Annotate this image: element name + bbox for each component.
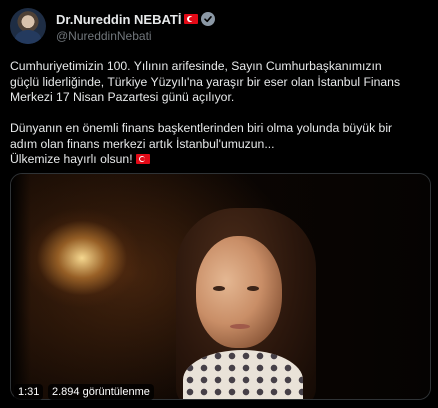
tweet-header: Dr.Nureddin NEBATİ @NureddinNebati	[10, 8, 430, 44]
video-subject-face	[196, 236, 282, 348]
avatar[interactable]	[10, 8, 46, 44]
video-player[interactable]	[10, 173, 431, 400]
turkish-flag-icon	[184, 14, 199, 24]
tweet-text: Cumhuriyetimizin 100. Yılının arifesinde…	[10, 59, 430, 168]
tweet-text-line: adım olan finans merkezi artık İstanbul'…	[10, 136, 275, 151]
video-duration-badge: 1:31	[14, 384, 44, 400]
tweet-text-line: Cumhuriyetimizin 100. Yılının arifesinde…	[10, 59, 382, 73]
author-name-line: Dr.Nureddin NEBATİ	[56, 11, 216, 27]
tweet-text-line: güçlü liderliğinde, Türkiye Yüzyılı'na y…	[10, 74, 401, 89]
video-views-badge: 2.894 görüntülenme	[48, 384, 154, 400]
author-handle[interactable]: @NureddinNebati	[56, 29, 152, 43]
video-subject-eye	[247, 286, 259, 291]
tweet-text-line: Dünyanın en önemli finans başkentlerinde…	[10, 121, 393, 135]
video-subject-lips	[230, 324, 250, 329]
tweet[interactable]: Dr.Nureddin NEBATİ @NureddinNebati Cumhu…	[0, 0, 438, 408]
verified-badge-icon[interactable]	[201, 12, 216, 26]
author-name[interactable]: Dr.Nureddin NEBATİ	[56, 12, 181, 27]
tweet-closing-text: Ülkemize hayırlı olsun!	[10, 152, 133, 166]
video-subject-eye	[213, 286, 225, 291]
tweet-text-line: Merkezi 17 Nisan Pazartesi günü açılıyor…	[10, 90, 235, 104]
tweet-text-line-last: Ülkemize hayırlı olsun!	[10, 152, 430, 168]
turkish-flag-icon	[135, 154, 150, 164]
